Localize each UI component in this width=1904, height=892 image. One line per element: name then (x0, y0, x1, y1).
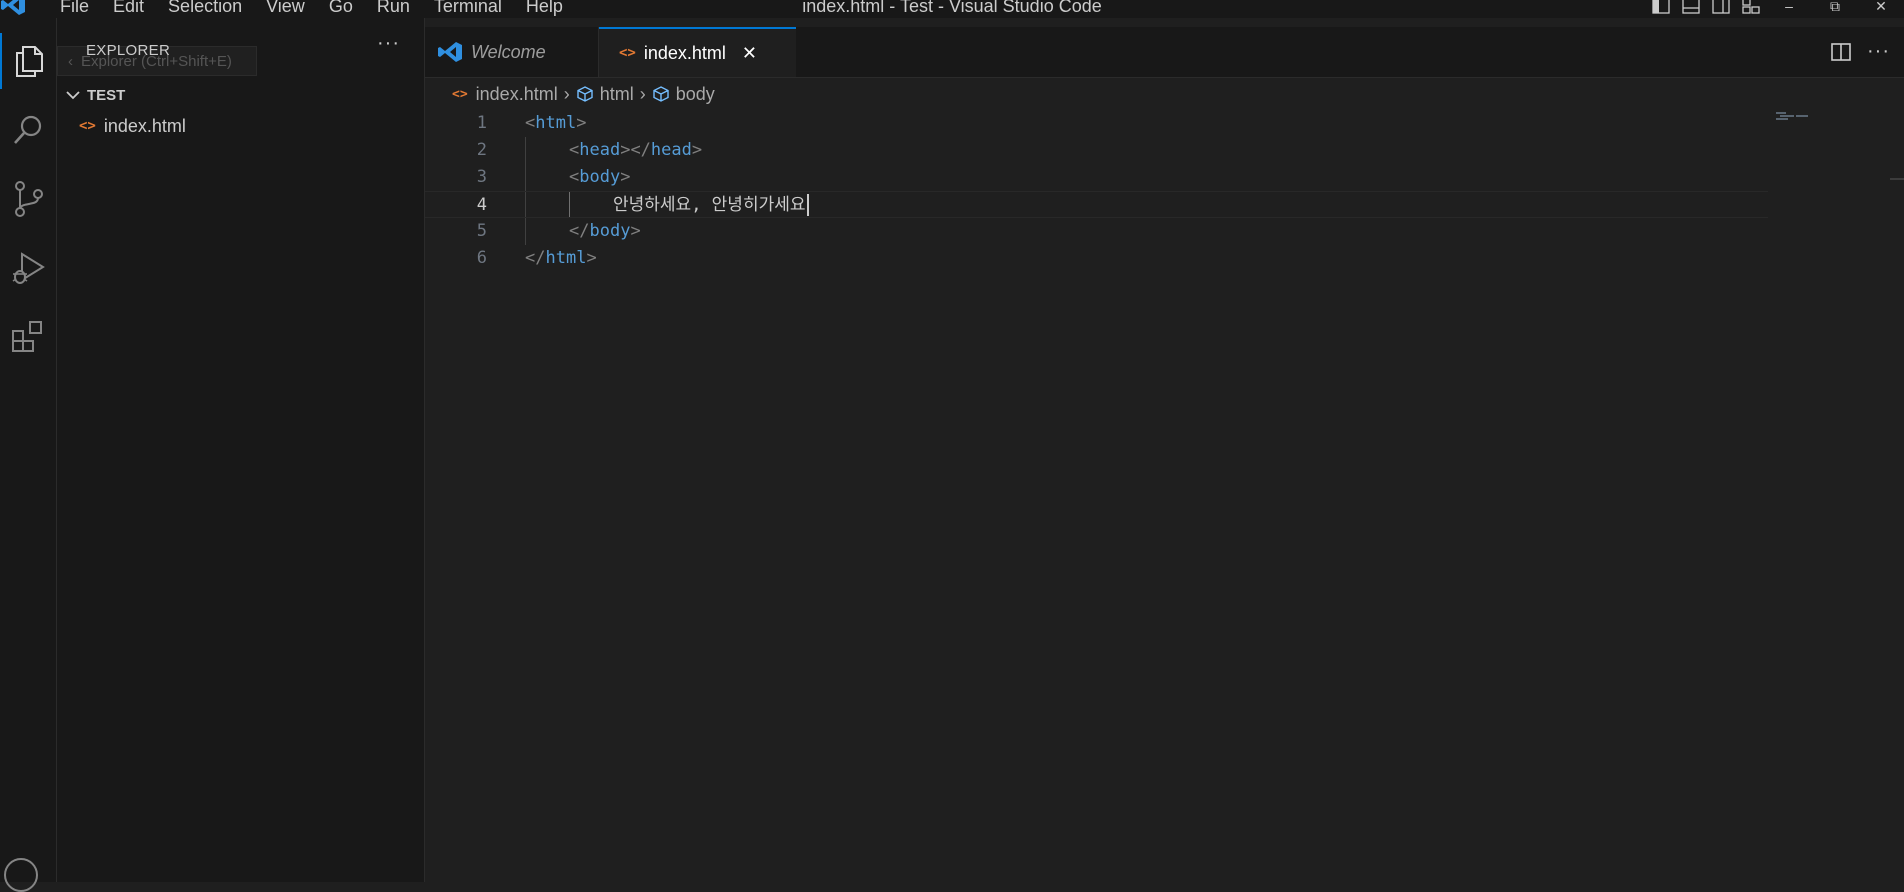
tab-label: Welcome (471, 41, 546, 62)
code-line[interactable]: 3 <body> (425, 164, 1765, 191)
code-line[interactable]: 6 </html> (425, 245, 1765, 272)
chevron-right-icon: › (563, 83, 570, 104)
minimize-button[interactable]: – (1766, 0, 1812, 16)
more-actions-icon[interactable]: ··· (1867, 40, 1890, 63)
activity-explorer[interactable] (0, 33, 56, 89)
menu-file[interactable]: File (48, 0, 101, 16)
code-line-current[interactable]: 4 안녕하세요, 안녕히가세요 (425, 191, 1768, 218)
menu-edit[interactable]: Edit (101, 0, 156, 16)
file-row-index-html[interactable]: <> index.html (57, 114, 424, 138)
line-number: 1 (476, 113, 487, 133)
customize-layout-icon[interactable] (1736, 0, 1766, 16)
scrollbar-cursor-marker (1890, 178, 1904, 180)
activity-source-control[interactable] (0, 171, 56, 227)
window-controls: – ⧉ ✕ (1646, 0, 1904, 16)
breadcrumb: <> index.html › html › body (452, 82, 715, 106)
line-content: 안녕하세요, 안녕히가세요 (613, 192, 809, 219)
toggle-primary-sidebar-icon[interactable] (1646, 0, 1676, 16)
activity-search[interactable] (0, 102, 56, 158)
menu-run[interactable]: Run (365, 0, 422, 16)
tooltip-chevron-icon: ‹ (68, 53, 73, 70)
line-number: 4 (476, 195, 487, 215)
html-file-icon: <> (79, 118, 96, 134)
folder-name: TEST (87, 86, 126, 104)
source-control-icon (15, 181, 43, 217)
symbol-element-icon (577, 86, 593, 102)
file-name: index.html (103, 115, 186, 136)
code-line[interactable]: 2 <head></head> (425, 137, 1765, 164)
sidebar-title: EXPLORER (86, 42, 171, 59)
chevron-down-icon (66, 91, 80, 100)
line-content: </body> (569, 221, 641, 241)
tab-index-html[interactable]: <> index.html ✕ (599, 27, 796, 77)
breadcrumb-body[interactable]: body (676, 84, 715, 105)
folder-row-test[interactable]: TEST (57, 84, 424, 106)
close-window-button[interactable]: ✕ (1858, 0, 1904, 16)
symbol-element-icon (653, 86, 669, 102)
line-content: <head></head> (569, 140, 703, 160)
run-debug-icon (12, 252, 45, 284)
menu-terminal[interactable]: Terminal (422, 0, 514, 16)
line-content: </html> (525, 248, 597, 268)
editor-actions: ··· (1831, 40, 1890, 63)
line-content: <html> (525, 113, 587, 133)
explorer-sidebar: ‹ Explorer (Ctrl+Shift+E) EXPLORER ··· TE… (57, 18, 425, 882)
restore-button[interactable]: ⧉ (1812, 0, 1858, 16)
split-editor-icon[interactable] (1831, 42, 1851, 61)
breadcrumb-html[interactable]: html (600, 84, 634, 105)
line-number: 5 (476, 221, 487, 241)
code-line[interactable]: 1 <html> (425, 110, 1765, 137)
html-file-icon: <> (619, 45, 636, 61)
title-bar: File Edit Selection View Go Run Terminal… (0, 0, 1904, 18)
chevron-right-icon: › (639, 83, 646, 104)
search-icon (14, 115, 42, 144)
views-more-actions-button[interactable]: ··· (377, 32, 400, 55)
toggle-panel-icon[interactable] (1676, 0, 1706, 16)
explorer-icon (16, 46, 43, 77)
line-content: <body> (569, 167, 631, 187)
editor-tabs: Welcome <> index.html ✕ ··· (425, 27, 1904, 78)
menu-bar: File Edit Selection View Go Run Terminal… (48, 0, 575, 16)
activity-extensions[interactable] (0, 309, 56, 365)
html-file-icon: <> (452, 86, 468, 102)
vscode-logo-icon (1, 0, 25, 15)
tab-welcome[interactable]: Welcome (425, 27, 599, 77)
extensions-icon (12, 321, 42, 352)
code-line[interactable]: 5 </body> (425, 218, 1765, 245)
line-number: 3 (476, 167, 487, 187)
activity-bar (0, 18, 57, 892)
line-number: 2 (476, 140, 487, 160)
menu-help[interactable]: Help (514, 0, 575, 16)
breadcrumb-file[interactable]: index.html (476, 84, 558, 105)
tab-label: index.html (643, 42, 726, 63)
text-cursor (806, 194, 809, 216)
menu-view[interactable]: View (254, 0, 317, 16)
menu-selection[interactable]: Selection (156, 0, 254, 16)
code-editor[interactable]: 1 <html> 2 <head></head> 3 <body> 4 안녕하세… (425, 110, 1904, 882)
minimap-preview[interactable] (1776, 110, 1810, 122)
vscode-logo-icon (438, 42, 462, 62)
accounts-icon[interactable] (4, 858, 38, 892)
activity-run-debug[interactable] (0, 240, 56, 296)
toggle-secondary-sidebar-icon[interactable] (1706, 0, 1736, 16)
close-tab-icon[interactable]: ✕ (742, 43, 757, 64)
line-number: 6 (476, 248, 487, 268)
menu-go[interactable]: Go (317, 0, 365, 16)
